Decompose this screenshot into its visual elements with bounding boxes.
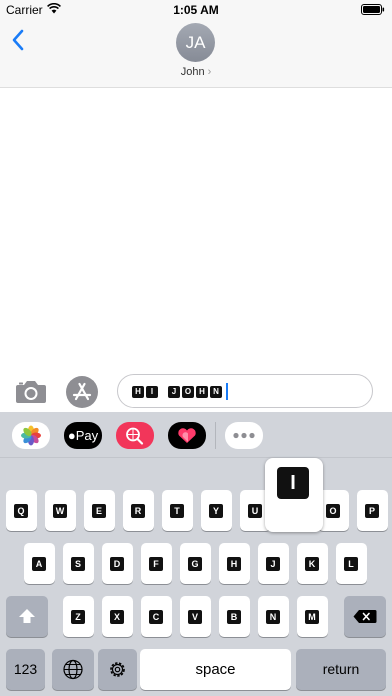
letter-tile: H	[132, 385, 144, 398]
numbers-key[interactable]: 123	[6, 649, 45, 690]
key-label: J	[266, 557, 280, 571]
settings-key[interactable]	[98, 649, 137, 690]
key-j[interactable]: J	[258, 543, 289, 584]
gear-icon	[110, 662, 125, 677]
key-label: M	[305, 610, 319, 624]
key-label: G	[188, 557, 202, 571]
key-label: H	[227, 557, 241, 571]
composer-bar: H I J O H N	[0, 372, 392, 412]
key-label: A	[32, 557, 46, 571]
key-t[interactable]: T	[162, 490, 193, 531]
key-w[interactable]: W	[45, 490, 76, 531]
contact-name[interactable]: John ›	[0, 66, 392, 78]
camera-button[interactable]	[14, 376, 48, 406]
letter-tile: I	[146, 385, 158, 398]
key-label: L	[344, 557, 358, 571]
message-text: H I J O H N	[132, 383, 228, 400]
text-cursor	[226, 383, 228, 400]
letter-tile: N	[210, 385, 222, 398]
key-label: F	[149, 557, 163, 571]
key-label: N	[266, 610, 280, 624]
more-apps-icon[interactable]	[225, 422, 263, 449]
image-search-app-icon[interactable]	[116, 422, 154, 449]
globe-key[interactable]	[52, 649, 94, 690]
message-input[interactable]: H I J O H N	[117, 374, 373, 408]
apple-pay-app-icon[interactable]: ●Pay	[64, 422, 102, 449]
letter-tile: O	[182, 385, 194, 398]
messages-screen: Carrier 1:05 AM JA John › H I J O H N ●P…	[0, 0, 392, 696]
key-label: V	[188, 610, 202, 624]
key-y[interactable]: Y	[201, 490, 232, 531]
status-bar: Carrier 1:05 AM	[0, 0, 392, 20]
imessage-app-tray: ●Pay	[0, 412, 392, 458]
key-popup-letter: I	[277, 467, 309, 499]
apple-pay-label: Pay	[75, 428, 99, 443]
key-label: O	[326, 504, 340, 518]
clock: 1:05 AM	[173, 3, 219, 17]
key-label: P	[365, 504, 379, 518]
key-label: R	[131, 504, 145, 518]
app-store-button[interactable]	[66, 376, 98, 408]
key-k[interactable]: K	[297, 543, 328, 584]
shift-arrow-icon	[19, 609, 35, 623]
key-x[interactable]: X	[102, 596, 133, 637]
key-label: K	[305, 557, 319, 571]
key-label: B	[227, 610, 241, 624]
key-label: Y	[209, 504, 223, 518]
key-b[interactable]: B	[219, 596, 250, 637]
key-h[interactable]: H	[219, 543, 250, 584]
battery-icon	[361, 4, 385, 18]
letter-tile: H	[196, 385, 208, 398]
globe-icon	[63, 659, 83, 680]
key-s[interactable]: S	[63, 543, 94, 584]
key-e[interactable]: E	[84, 490, 115, 531]
return-key[interactable]: return	[296, 649, 386, 690]
key-label: T	[170, 504, 184, 518]
key-popup: I	[265, 458, 323, 532]
avatar[interactable]: JA	[176, 23, 215, 62]
key-label: Z	[71, 610, 85, 624]
shift-key[interactable]	[6, 596, 48, 637]
conversation-header: JA John ›	[0, 20, 392, 88]
key-c[interactable]: C	[141, 596, 172, 637]
key-label: C	[149, 610, 163, 624]
delete-key[interactable]	[344, 596, 386, 637]
key-label: U	[248, 504, 262, 518]
key-q[interactable]: Q	[6, 490, 37, 531]
key-m[interactable]: M	[297, 596, 328, 637]
key-label: S	[71, 557, 85, 571]
contact-name-label: John	[180, 66, 205, 78]
back-button[interactable]	[8, 26, 30, 54]
tray-divider	[215, 422, 216, 449]
key-a[interactable]: A	[24, 543, 55, 584]
key-z[interactable]: Z	[63, 596, 94, 637]
backspace-icon	[353, 610, 377, 623]
space-key[interactable]: space	[140, 649, 291, 690]
key-v[interactable]: V	[180, 596, 211, 637]
key-label: W	[53, 504, 67, 518]
hearts-sticker-app-icon[interactable]	[168, 422, 206, 449]
photos-app-icon[interactable]	[12, 422, 50, 449]
key-label: X	[110, 610, 124, 624]
key-l[interactable]: L	[336, 543, 367, 584]
letter-tile: J	[168, 385, 180, 398]
key-g[interactable]: G	[180, 543, 211, 584]
key-f[interactable]: F	[141, 543, 172, 584]
key-label: E	[92, 504, 106, 518]
key-n[interactable]: N	[258, 596, 289, 637]
key-label: D	[110, 557, 124, 571]
keyboard: ●Pay Q W E R T Y U I O P A S D F G H	[0, 412, 392, 696]
key-p[interactable]: P	[357, 490, 388, 531]
key-r[interactable]: R	[123, 490, 154, 531]
key-label: Q	[14, 504, 28, 518]
chevron-right-icon: ›	[207, 66, 212, 78]
apple-logo-icon: ●	[67, 428, 76, 443]
key-d[interactable]: D	[102, 543, 133, 584]
